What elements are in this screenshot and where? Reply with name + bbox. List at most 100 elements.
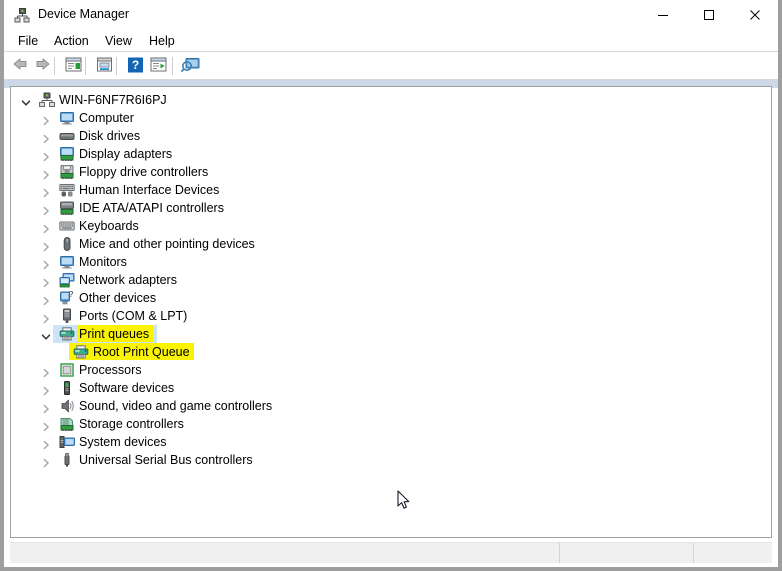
tree-item[interactable]: Disk drives: [11, 127, 771, 145]
chevron-right-icon[interactable]: [41, 109, 57, 127]
tree-item-label: Keyboards: [79, 219, 139, 233]
tree-item-label: Processors: [79, 363, 142, 377]
close-button[interactable]: [732, 0, 778, 30]
tree-item[interactable]: Ports (COM & LPT): [11, 307, 771, 325]
hid-icon: [59, 182, 75, 198]
menu-bar: File Action View Help: [4, 30, 778, 52]
tree-item[interactable]: Print queues: [11, 325, 771, 343]
chevron-right-icon[interactable]: [41, 307, 57, 325]
tree-item-label: Network adapters: [79, 273, 177, 287]
chevron-right-icon[interactable]: [41, 163, 57, 181]
tree-item[interactable]: Processors: [11, 361, 771, 379]
tree-item[interactable]: Keyboards: [11, 217, 771, 235]
tree-item-label: Storage controllers: [79, 417, 184, 431]
maximize-button[interactable]: [686, 0, 732, 30]
chevron-down-icon[interactable]: [41, 325, 57, 343]
chevron-right-icon[interactable]: [41, 127, 57, 145]
update-driver-button[interactable]: [94, 54, 118, 78]
menu-help[interactable]: Help: [143, 33, 181, 49]
menu-file[interactable]: File: [12, 33, 44, 49]
computer-root-icon: [39, 92, 55, 108]
tree-item[interactable]: Universal Serial Bus controllers: [11, 451, 771, 469]
chevron-right-icon[interactable]: [41, 289, 57, 307]
tree-root-node[interactable]: WIN-F6NF7R6I6PJ: [11, 91, 771, 109]
device-manager-icon: [14, 7, 30, 23]
port-icon: [59, 308, 75, 324]
floppy-controller-icon: [59, 164, 75, 180]
print-queue-icon: [59, 326, 75, 342]
mouse-icon: [59, 236, 75, 252]
tree-item[interactable]: Human Interface Devices: [11, 181, 771, 199]
tree-item-label: IDE ATA/ATAPI controllers: [79, 201, 224, 215]
chevron-down-icon[interactable]: [21, 91, 37, 109]
chevron-right-icon[interactable]: [41, 145, 57, 163]
status-pane-2: [560, 543, 694, 563]
sound-icon: [59, 398, 75, 414]
menu-view[interactable]: View: [99, 33, 138, 49]
tree-item[interactable]: Mice and other pointing devices: [11, 235, 771, 253]
menu-action[interactable]: Action: [48, 33, 95, 49]
print-queue-icon: [73, 344, 89, 360]
tree-item[interactable]: Software devices: [11, 379, 771, 397]
storage-controller-icon: [59, 416, 75, 432]
chevron-right-icon[interactable]: [41, 433, 57, 451]
tree-item-label: Monitors: [79, 255, 127, 269]
tree-item-label: Root Print Queue: [93, 345, 190, 359]
chevron-right-icon[interactable]: [41, 235, 57, 253]
window-client-area: Device Manager File Action View Help ? WIN-…: [4, 0, 778, 567]
tree-item-label: Other devices: [79, 291, 157, 305]
status-pane-1: [10, 543, 560, 563]
usb-icon: [59, 452, 75, 468]
update-driver-icon: [94, 57, 116, 80]
software-device-icon: [59, 380, 75, 396]
forward-button[interactable]: [33, 54, 57, 78]
status-pane-3: [694, 543, 772, 563]
chevron-right-icon[interactable]: [41, 181, 57, 199]
forward-arrow-icon: [33, 58, 55, 80]
display-adapter-icon: [59, 146, 75, 162]
tree-item-label: Computer: [79, 111, 134, 125]
tree-item[interactable]: IDE ATA/ATAPI controllers: [11, 199, 771, 217]
back-button[interactable]: [10, 54, 34, 78]
back-arrow-icon: [10, 58, 32, 80]
tree-item-label: System devices: [79, 435, 167, 449]
chevron-right-icon[interactable]: [41, 415, 57, 433]
tree-item[interactable]: Floppy drive controllers: [11, 163, 771, 181]
device-tree-panel[interactable]: WIN-F6NF7R6I6PJ Computer Disk drives Displa…: [10, 86, 772, 538]
minimize-button[interactable]: [640, 0, 686, 30]
help-question-icon: ?: [125, 57, 147, 80]
tree-item[interactable]: Network adapters: [11, 271, 771, 289]
tree-item[interactable]: Monitors: [11, 253, 771, 271]
svg-text:?: ?: [69, 290, 74, 299]
tree-item[interactable]: ? Other devices: [11, 289, 771, 307]
chevron-right-icon[interactable]: [41, 253, 57, 271]
tree-item[interactable]: Storage controllers: [11, 415, 771, 433]
tree-item[interactable]: System devices: [11, 433, 771, 451]
title-bar: Device Manager: [4, 0, 778, 30]
show-hidden-devices-button[interactable]: [180, 54, 204, 78]
monitor-search-icon: [180, 58, 202, 80]
chevron-right-icon[interactable]: [41, 199, 57, 217]
scan-hardware-button[interactable]: [148, 54, 172, 78]
tree-item[interactable]: Computer: [11, 109, 771, 127]
chevron-right-icon[interactable]: [41, 271, 57, 289]
system-device-icon: [59, 434, 75, 450]
chevron-right-icon[interactable]: [41, 451, 57, 469]
svg-text:?: ?: [132, 58, 139, 72]
keyboard-icon: [59, 218, 75, 234]
network-adapter-icon: [59, 272, 75, 288]
toolbar: ?: [4, 52, 778, 80]
scan-hardware-icon: [148, 57, 170, 80]
chevron-right-icon[interactable]: [41, 379, 57, 397]
device-tree: WIN-F6NF7R6I6PJ Computer Disk drives Displa…: [11, 87, 771, 537]
chevron-right-icon[interactable]: [41, 361, 57, 379]
chevron-right-icon[interactable]: [41, 397, 57, 415]
tree-item[interactable]: Sound, video and game controllers: [11, 397, 771, 415]
tree-item-label: Sound, video and game controllers: [79, 399, 273, 413]
properties-button[interactable]: [63, 54, 87, 78]
tree-item[interactable]: Root Print Queue: [11, 343, 771, 361]
tree-item-label: Universal Serial Bus controllers: [79, 453, 253, 467]
chevron-right-icon[interactable]: [41, 217, 57, 235]
tree-item[interactable]: Display adapters: [11, 145, 771, 163]
help-button[interactable]: ?: [125, 54, 149, 78]
